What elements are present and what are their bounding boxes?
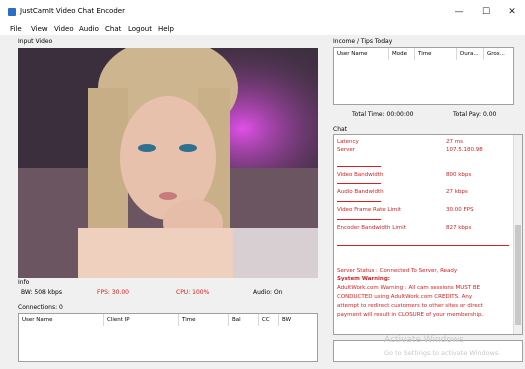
income-label: Income / Tips Today bbox=[333, 38, 393, 45]
stat-value: 107.5.180.98 bbox=[446, 147, 483, 153]
warning-line: attempt to redirect customers to other s… bbox=[337, 303, 483, 309]
webcam-frame-image bbox=[18, 48, 318, 278]
close-button[interactable]: ✕ bbox=[499, 4, 525, 20]
total-time: Total Time: 00:00:00 bbox=[352, 111, 414, 118]
input-video-label: Input Video bbox=[18, 38, 53, 45]
col-time[interactable]: Time bbox=[179, 314, 229, 326]
info-label: Info bbox=[18, 279, 30, 286]
stat-value: 27 ms bbox=[446, 139, 463, 145]
divider bbox=[337, 183, 381, 184]
divider bbox=[337, 245, 509, 246]
stat-name: Server bbox=[337, 147, 356, 153]
stat-value: 27 kbps bbox=[446, 189, 468, 195]
connections-label: Connections: 0 bbox=[18, 304, 63, 311]
activation-watermark-title: Activate Windows bbox=[384, 335, 464, 345]
menu-video[interactable]: Video bbox=[54, 24, 74, 35]
stat-name: Encoder Bandwidth Limit bbox=[337, 225, 406, 231]
total-pay: Total Pay: 0.00 bbox=[453, 111, 497, 118]
fps-value: FPS: 30.00 bbox=[97, 289, 129, 296]
info-bar: BW: 508 kbps FPS: 30.00 CPU: 100% Audio:… bbox=[18, 287, 318, 298]
menu-audio[interactable]: Audio bbox=[79, 24, 99, 35]
divider bbox=[337, 201, 381, 202]
income-col-gross[interactable]: Gros... bbox=[484, 48, 513, 60]
menu-bar: File View Video Audio Chat Logout Help bbox=[0, 24, 525, 35]
col-cc[interactable]: CC bbox=[259, 314, 279, 326]
stat-value: 800 kbps bbox=[446, 172, 472, 178]
minimize-button[interactable]: — bbox=[446, 4, 472, 20]
income-col-mode[interactable]: Mode bbox=[389, 48, 415, 60]
audio-status: Audio: On bbox=[253, 289, 283, 296]
app-window: JustCamIt Video Chat Encoder — ☐ ✕ File … bbox=[0, 0, 525, 369]
stat-name: Video Bandwidth bbox=[337, 172, 384, 178]
server-status-line: Server Status : Connected To Server, Rea… bbox=[337, 268, 458, 274]
divider bbox=[337, 219, 381, 220]
activation-watermark-subtitle: Go to Settings to activate Windows. bbox=[384, 349, 501, 357]
cpu-value: CPU: 100% bbox=[176, 289, 210, 296]
video-preview bbox=[18, 48, 318, 278]
menu-help[interactable]: Help bbox=[158, 24, 174, 35]
income-col-time[interactable]: Time bbox=[415, 48, 457, 60]
window-title: JustCamIt Video Chat Encoder bbox=[20, 7, 125, 15]
warning-line: AdultWork.com Warning : All cam sessions… bbox=[337, 285, 481, 291]
connections-table[interactable]: User Name Client IP Time Bal CC BW bbox=[18, 313, 318, 362]
scrollbar-thumb[interactable] bbox=[515, 225, 521, 325]
col-bal[interactable]: Bal bbox=[229, 314, 259, 326]
title-bar: JustCamIt Video Chat Encoder — ☐ ✕ bbox=[0, 0, 525, 24]
income-col-user-name[interactable]: User Name bbox=[334, 48, 389, 60]
divider bbox=[337, 166, 381, 167]
menu-chat[interactable]: Chat bbox=[105, 24, 121, 35]
chat-scrollbar[interactable] bbox=[513, 135, 522, 334]
menu-logout[interactable]: Logout bbox=[128, 24, 152, 35]
app-camera-icon bbox=[8, 8, 16, 16]
col-client-ip[interactable]: Client IP bbox=[104, 314, 179, 326]
chat-label: Chat bbox=[333, 126, 348, 133]
stat-name: Audio Bandwidth bbox=[337, 189, 384, 195]
stat-value: 30.00 FPS bbox=[446, 207, 474, 213]
chat-log[interactable]: Latency 27 ms Server 107.5.180.98 Video … bbox=[333, 134, 523, 335]
warning-title: System Warning: bbox=[337, 276, 390, 282]
menu-view[interactable]: View bbox=[31, 24, 48, 35]
warning-line: payment will result in CLOSURE of your m… bbox=[337, 312, 484, 318]
income-col-duration[interactable]: Dura... bbox=[457, 48, 484, 60]
col-bw[interactable]: BW bbox=[279, 314, 317, 326]
bandwidth-value: BW: 508 kbps bbox=[21, 289, 62, 296]
col-user-name[interactable]: User Name bbox=[19, 314, 104, 326]
stat-name: Video Frame Rate Limit bbox=[337, 207, 402, 213]
menu-file[interactable]: File bbox=[10, 24, 22, 35]
stat-name: Latency bbox=[337, 139, 359, 145]
income-table[interactable]: User Name Mode Time Dura... Gros... bbox=[333, 47, 514, 105]
warning-line: CONDUCTED using AdultWork.com CREDITS. A… bbox=[337, 294, 473, 300]
stat-value: 827 kbps bbox=[446, 225, 472, 231]
maximize-button[interactable]: ☐ bbox=[473, 4, 499, 20]
